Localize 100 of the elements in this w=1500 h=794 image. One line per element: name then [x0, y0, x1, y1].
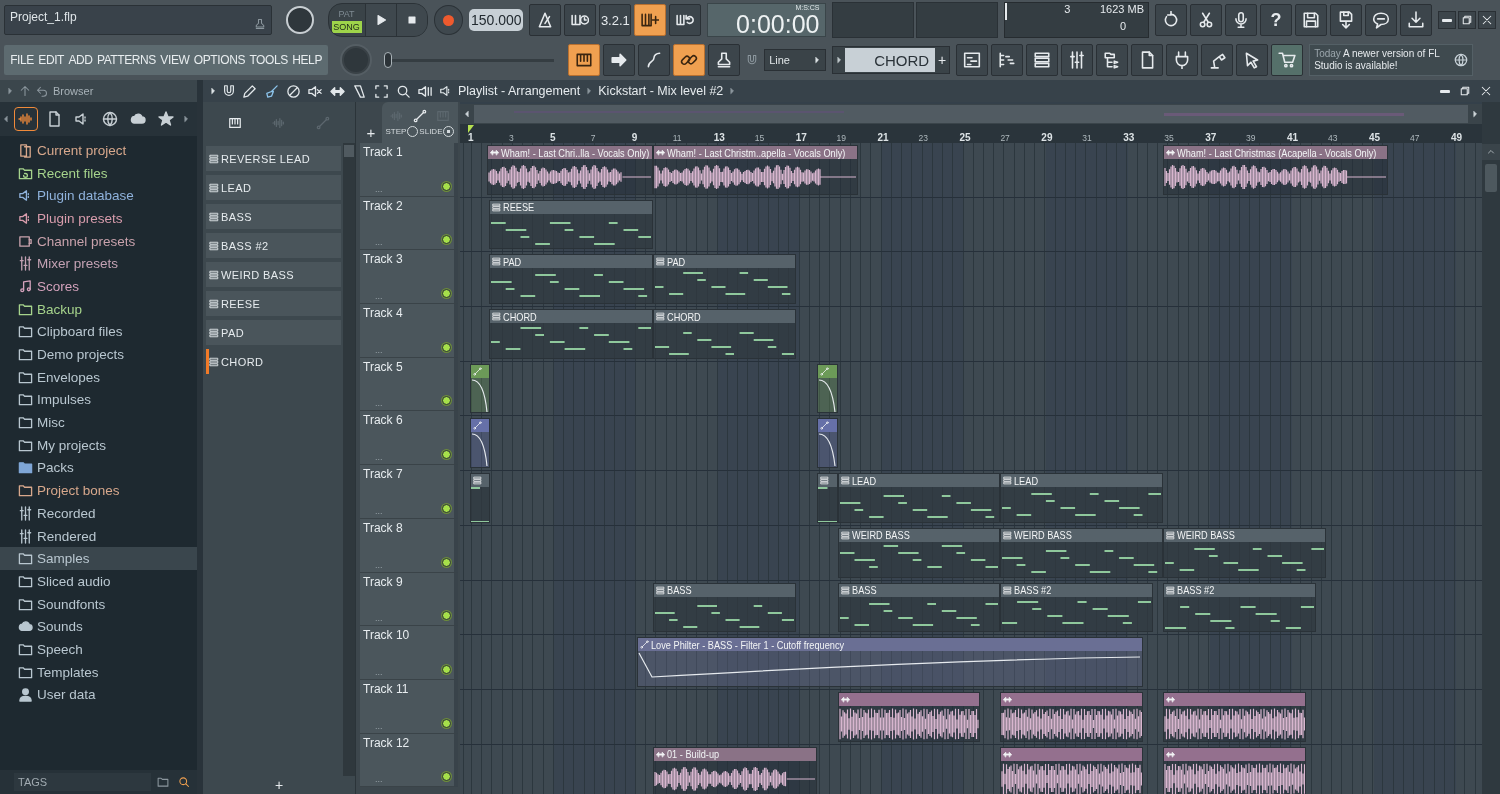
- browser-item[interactable]: Sounds: [0, 615, 197, 639]
- browser-item[interactable]: Sliced audio: [0, 570, 197, 593]
- browser-item[interactable]: My projects: [0, 433, 197, 457]
- pattern-clip[interactable]: LEAD: [838, 473, 1000, 523]
- browser-item[interactable]: Backup: [0, 297, 197, 321]
- browser-item[interactable]: Channel presets: [0, 229, 197, 253]
- clip-header[interactable]: 01 - Build-up: [654, 747, 816, 761]
- menu-item[interactable]: TOOLS: [247, 53, 291, 67]
- browser-item[interactable]: Impulses: [0, 388, 197, 412]
- clip-header[interactable]: WEIRD BASS: [1164, 528, 1325, 542]
- track-header[interactable]: Track 3 ...: [360, 250, 458, 305]
- pattern-clip[interactable]: PAD: [653, 254, 796, 305]
- track-header[interactable]: Track 2 ...: [360, 196, 458, 251]
- track-header[interactable]: Track 5 ...: [360, 357, 458, 412]
- arrangement-name[interactable]: Kickstart - Mix level #2: [598, 84, 724, 98]
- pattern-item[interactable]: LEAD: [206, 175, 341, 200]
- browser-item[interactable]: Samples: [0, 547, 197, 571]
- browser-item[interactable]: Current project: [0, 139, 197, 162]
- track-header[interactable]: Track 10 ...: [360, 626, 458, 680]
- browser-item[interactable]: Packs: [0, 456, 197, 480]
- browser-item[interactable]: Misc: [0, 411, 197, 434]
- browser-item[interactable]: Envelopes: [0, 365, 197, 389]
- mode-toggle[interactable]: SONG: [331, 20, 362, 33]
- clip-header[interactable]: PAD: [490, 255, 652, 269]
- audio-clip[interactable]: Wham! - Last Christm..apella - Vocals Only): [653, 145, 858, 195]
- browser-item[interactable]: Clipboard files: [0, 320, 197, 344]
- pattern-clip[interactable]: BASS #2: [1000, 582, 1153, 633]
- track-header[interactable]: Track 8 ...: [360, 518, 458, 573]
- browser-item[interactable]: Speech: [0, 638, 197, 661]
- clip-header[interactable]: WEIRD BASS: [839, 528, 999, 542]
- browser-item[interactable]: User data: [0, 683, 197, 707]
- track-header[interactable]: Track 6 ...: [360, 411, 458, 466]
- audio-clip[interactable]: 01 - Build-up: [653, 746, 817, 794]
- browser-item[interactable]: Mixer presets: [0, 252, 197, 276]
- clip-header[interactable]: BASS: [839, 583, 999, 597]
- track-header[interactable]: Track 9 ...: [360, 572, 458, 627]
- browser-item[interactable]: Recorded: [0, 502, 197, 525]
- tempo-field[interactable]: 150.000: [469, 9, 524, 31]
- pattern-clip[interactable]: WEIRD BASS: [1000, 527, 1163, 578]
- pattern-clip[interactable]: PAD: [489, 254, 653, 305]
- browser-item[interactable]: Project bones: [0, 479, 197, 502]
- track-header[interactable]: Track 12 ...: [360, 733, 458, 788]
- timeline-ruler[interactable]: 1 3 5 7 9 11 13 15 17 19 21 23 25 27 29 31 33 35 37 39 41 43 45 47 49: [460, 124, 1482, 143]
- clip-header[interactable]: BASS: [654, 583, 795, 597]
- clip-header[interactable]: Love Philter - BASS - Filter 1 - Cutoff frequency: [638, 638, 1142, 652]
- pattern-clip[interactable]: CHORD: [653, 309, 796, 359]
- pattern-clip[interactable]: LEAD: [1000, 473, 1163, 523]
- track-header[interactable]: Track 11 ...: [360, 679, 458, 734]
- clip-header[interactable]: LEAD: [1001, 474, 1162, 488]
- clip-label: PAD: [503, 255, 522, 268]
- clip-header[interactable]: LEAD: [839, 474, 999, 488]
- pattern-clip[interactable]: WEIRD BASS: [1163, 527, 1326, 578]
- project-file-name: Project_1.flp: [10, 10, 77, 24]
- track-header[interactable]: Track 4 ...: [360, 304, 458, 358]
- pattern-clip[interactable]: BASS: [653, 582, 796, 633]
- pattern-clip[interactable]: CHORD: [489, 309, 653, 359]
- pattern-item[interactable]: BASS #2: [206, 233, 341, 258]
- pattern-clip[interactable]: BASS #2: [1163, 582, 1316, 633]
- browser-item[interactable]: Soundfonts: [0, 592, 197, 616]
- browser-item[interactable]: Recent files: [0, 161, 197, 185]
- pattern-item[interactable]: WEIRD BASS: [206, 262, 341, 287]
- toolbar-button[interactable]: ?: [1260, 4, 1292, 36]
- automation-clip[interactable]: Love Philter - BASS - Filter 1 - Cutoff frequency: [637, 637, 1143, 687]
- clip-header[interactable]: BASS #2: [1001, 583, 1152, 597]
- clip-header[interactable]: REESE: [490, 200, 652, 214]
- browser-item[interactable]: Rendered: [0, 524, 197, 548]
- clip-header[interactable]: PAD: [654, 255, 795, 269]
- menu-item[interactable]: PATTERNS: [94, 53, 159, 67]
- menu-item[interactable]: VIEW: [158, 53, 192, 67]
- pattern-item[interactable]: PAD: [206, 320, 341, 345]
- pattern-item[interactable]: REVERSE LEAD: [206, 146, 341, 171]
- bar-number: 29: [1040, 132, 1054, 143]
- menu-item[interactable]: EDIT: [36, 53, 67, 67]
- track-header[interactable]: Track 7 ...: [360, 465, 458, 519]
- browser-item[interactable]: Plugin presets: [0, 207, 197, 230]
- pattern-item[interactable]: REESE: [206, 291, 341, 316]
- toolbar-button[interactable]: 3.2.1: [599, 4, 632, 36]
- add-track-button[interactable]: +: [360, 121, 382, 143]
- browser-item[interactable]: Templates: [0, 660, 197, 684]
- track-header[interactable]: Track 1 ...: [360, 143, 458, 197]
- audio-clip[interactable]: Wham! - Last Christmas (Acapella - Vocals Only): [1163, 145, 1388, 195]
- pattern-clip[interactable]: WEIRD BASS: [838, 527, 1000, 578]
- clip-header[interactable]: BASS #2: [1164, 583, 1315, 597]
- browser-item[interactable]: Scores: [0, 275, 197, 298]
- menu-item[interactable]: HELP: [290, 53, 325, 67]
- snap-dropdown[interactable]: Line: [764, 49, 827, 71]
- clip-header[interactable]: CHORD: [490, 310, 652, 324]
- pattern-clip[interactable]: BASS: [838, 582, 1000, 633]
- browser-item[interactable]: Demo projects: [0, 343, 197, 366]
- audio-clip[interactable]: Wham! - Last Chri..lla - Vocals Only): [487, 145, 653, 195]
- pattern-clip[interactable]: REESE: [489, 199, 653, 250]
- project-title-field[interactable]: Project_1.flp: [4, 5, 272, 35]
- menu-item[interactable]: FILE: [8, 53, 37, 67]
- menu-item[interactable]: ADD: [66, 53, 95, 67]
- clip-header[interactable]: CHORD: [654, 310, 795, 324]
- menu-item[interactable]: OPTIONS: [191, 53, 248, 67]
- tags-field[interactable]: TAGS: [14, 773, 151, 791]
- clip-header[interactable]: WEIRD BASS: [1001, 528, 1162, 542]
- pattern-item[interactable]: BASS: [206, 204, 341, 229]
- browser-item[interactable]: Plugin database: [0, 184, 197, 208]
